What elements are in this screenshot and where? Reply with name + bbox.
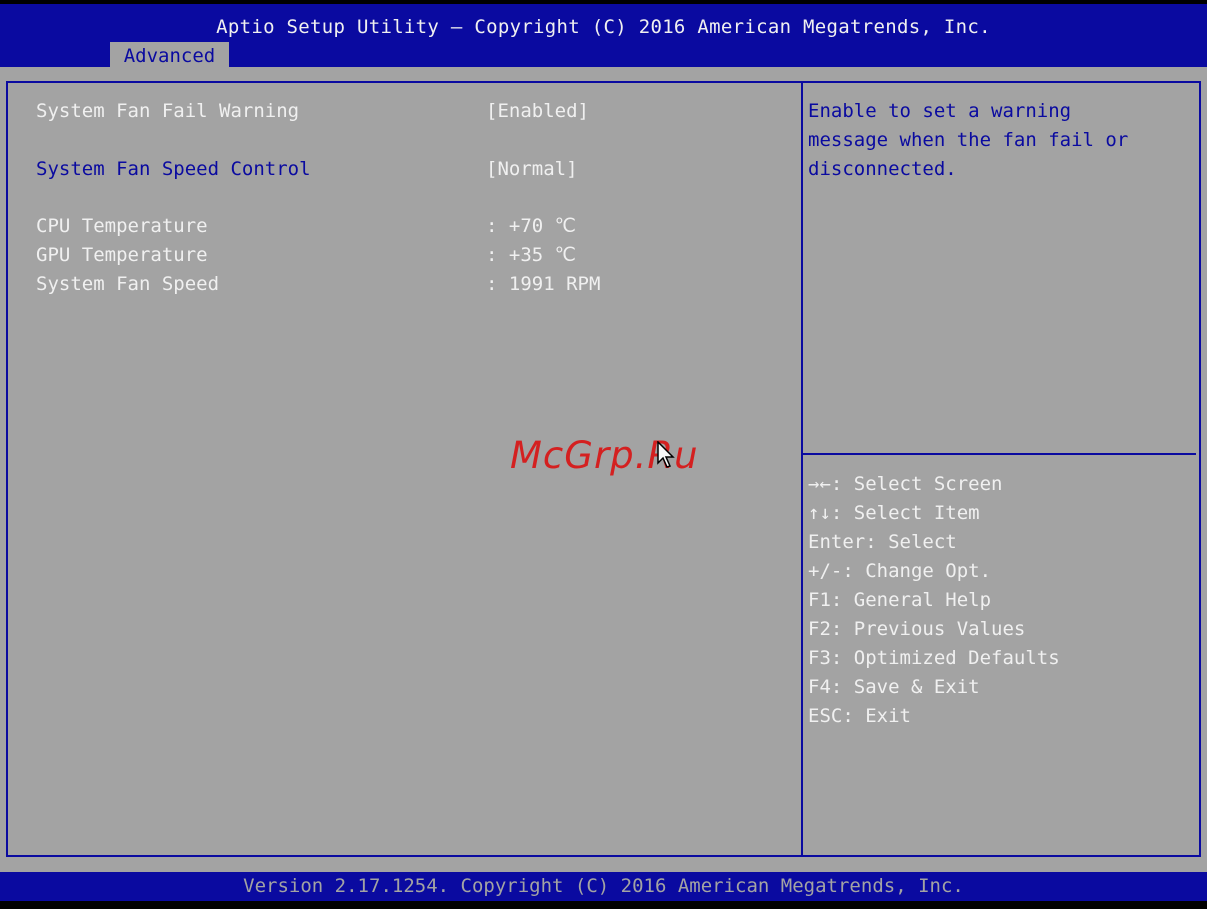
setting-label: System Fan Fail Warning <box>36 100 300 122</box>
key-help-desc: ESC: Exit <box>808 705 911 727</box>
key-help-desc: : Select Screen <box>830 473 1003 495</box>
left-right-arrows-icon: →← <box>808 473 831 495</box>
main-panel: System Fan Fail Warning [Enabled] System… <box>0 67 1207 872</box>
key-help-desc: : Select Item <box>830 502 980 524</box>
readout-cpu-temperature: CPU Temperature : +70 ℃ <box>36 213 776 239</box>
readout-value: : +35 ℃ <box>486 244 576 266</box>
key-help-item: F4: Save & Exit <box>808 673 1193 702</box>
key-help-desc: +/-: Change Opt. <box>808 560 992 582</box>
setting-fan-fail-warning[interactable]: System Fan Fail Warning [Enabled] <box>36 98 776 124</box>
readout-label: System Fan Speed <box>36 273 220 295</box>
key-help-desc: F4: Save & Exit <box>808 676 980 698</box>
up-down-arrows-icon: ↑↓ <box>808 502 831 524</box>
readout-value: : +70 ℃ <box>486 215 576 237</box>
readout-label: CPU Temperature <box>36 215 208 237</box>
setting-label[interactable]: System Fan Speed Control <box>36 156 311 182</box>
setting-value[interactable]: [Enabled] <box>486 98 589 124</box>
key-help-item: →←: Select Screen <box>808 470 1193 499</box>
help-divider <box>803 453 1196 455</box>
key-help-desc: F3: Optimized Defaults <box>808 647 1060 669</box>
readout-gpu-temperature: GPU Temperature : +35 ℃ <box>36 242 776 268</box>
item-help-text: Enable to set a warning message when the… <box>808 100 1129 180</box>
title-text: Aptio Setup Utility – Copyright (C) 2016… <box>216 16 991 38</box>
title-bar: Aptio Setup Utility – Copyright (C) 2016… <box>0 0 1207 71</box>
setting-value[interactable]: [Normal] <box>486 156 578 182</box>
key-help-item: ↑↓: Select Item <box>808 499 1193 528</box>
readout-label: GPU Temperature <box>36 244 208 266</box>
key-help-item: F1: General Help <box>808 586 1193 615</box>
key-help-item: +/-: Change Opt. <box>808 557 1193 586</box>
key-help-item: Enter: Select <box>808 528 1193 557</box>
mouse-pointer-icon <box>657 441 675 468</box>
readout-value: : 1991 RPM <box>486 273 601 295</box>
key-help-desc: F1: General Help <box>808 589 992 611</box>
version-footer: Version 2.17.1254. Copyright (C) 2016 Am… <box>0 872 1207 901</box>
key-help-item: F3: Optimized Defaults <box>808 644 1193 673</box>
key-help-desc: Enter: Select <box>808 531 957 553</box>
readout-system-fan-speed: System Fan Speed : 1991 RPM <box>36 271 776 297</box>
vertical-divider <box>801 81 803 857</box>
key-help-list: →←: Select Screen ↑↓: Select Item Enter:… <box>808 470 1193 731</box>
key-help-desc: F2: Previous Values <box>808 618 1026 640</box>
key-help-item: ESC: Exit <box>808 702 1193 731</box>
setting-fan-speed-control[interactable]: System Fan Speed Control [Normal] <box>36 156 776 182</box>
bottom-border <box>0 901 1207 909</box>
key-help-item: F2: Previous Values <box>808 615 1193 644</box>
